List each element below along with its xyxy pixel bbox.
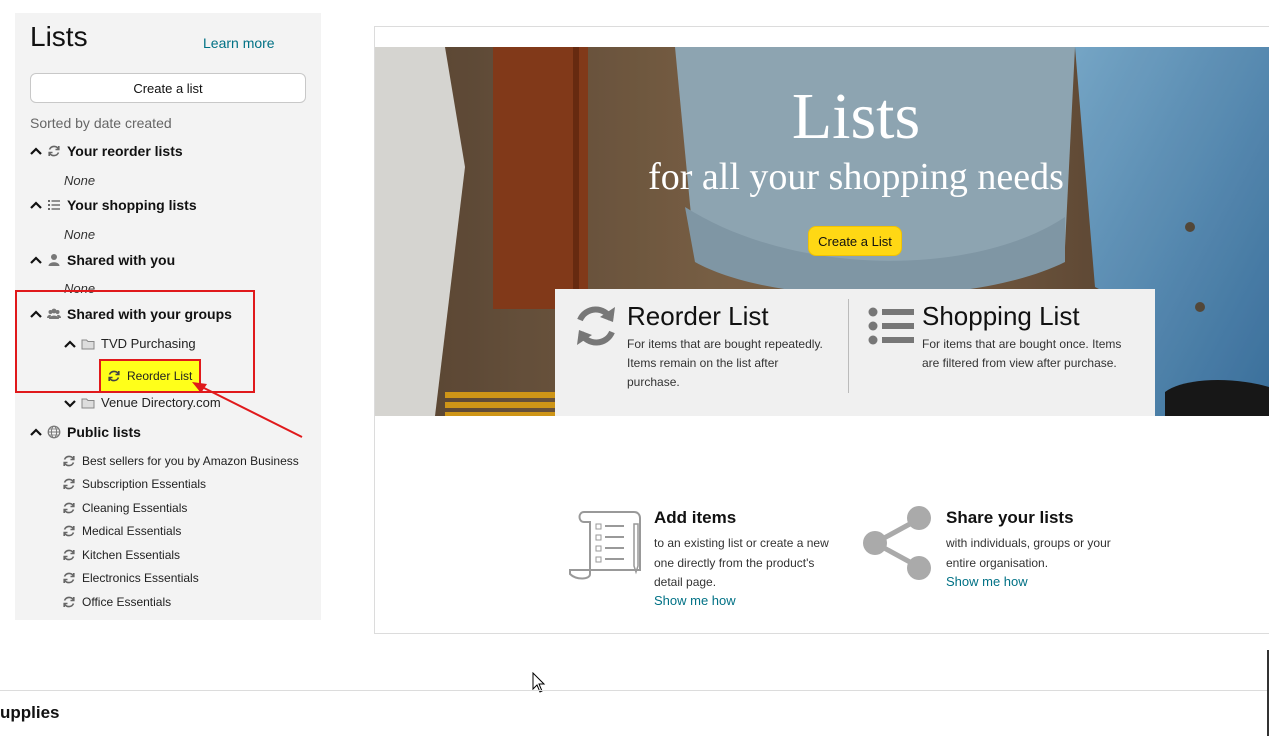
chevron-up-icon <box>30 201 42 209</box>
refresh-icon <box>63 525 75 537</box>
card-divider <box>848 299 849 393</box>
share-lists-description: with individuals, groups or your entire … <box>946 534 1146 573</box>
hero-title: Lists <box>791 80 921 153</box>
sort-label: Sorted by date created <box>30 115 172 131</box>
public-list-item[interactable]: Medical Essentials <box>62 524 181 538</box>
refresh-icon <box>63 502 75 514</box>
footer-divider <box>0 690 1269 691</box>
desc-line: purchase. <box>627 375 680 389</box>
list-label: Reorder List <box>127 369 193 383</box>
desc-line: one directly from the product's <box>654 555 815 570</box>
public-list-item[interactable]: Cleaning Essentials <box>62 501 187 515</box>
public-list-item[interactable]: Subscription Essentials <box>62 477 206 491</box>
reorder-list-link[interactable]: Reorder List <box>99 359 201 393</box>
learn-more-link[interactable]: Learn more <box>203 35 275 51</box>
list-label: Cleaning Essentials <box>82 501 188 515</box>
section-label: Your shopping lists <box>67 197 197 213</box>
section-label: Public lists <box>67 424 141 440</box>
share-lists-title: Share your lists <box>946 508 1074 527</box>
globe-icon <box>47 425 61 439</box>
desc-line: with individuals, groups or your <box>946 536 1111 550</box>
section-public-lists[interactable]: Public lists <box>29 424 141 440</box>
share-lists-show-me-how-link[interactable]: Show me how <box>946 574 1028 589</box>
list-label: Kitchen Essentials <box>82 548 181 562</box>
add-items-description: to an existing list or create a new one … <box>654 534 854 593</box>
chevron-up-icon <box>30 147 42 155</box>
create-list-button[interactable]: Create a list <box>30 73 306 103</box>
list-types-card: Reorder List For items that are bought r… <box>555 289 1155 416</box>
refresh-icon <box>577 306 615 346</box>
refresh-icon <box>48 145 60 157</box>
desc-line: are filtered from view after purchase. <box>922 356 1117 370</box>
sidebar-title: Lists <box>30 21 88 52</box>
person-icon <box>48 254 60 266</box>
desc-line: to an existing list or create a new <box>654 536 829 550</box>
desc-line: For items that are bought repeatedly. <box>627 337 823 351</box>
chevron-down-icon <box>64 399 76 408</box>
refresh-icon <box>108 370 120 382</box>
add-items-show-me-how-link[interactable]: Show me how <box>654 593 736 608</box>
refresh-icon <box>63 572 75 584</box>
public-list-item[interactable]: Best sellers for you by Amazon Business <box>62 454 299 468</box>
refresh-icon <box>63 478 75 490</box>
list-icon <box>868 307 914 345</box>
chevron-up-icon <box>30 256 42 264</box>
desc-line: detail page. <box>654 575 717 589</box>
desc-line: Items remain on the list after <box>627 356 779 370</box>
public-list-item[interactable]: Kitchen Essentials <box>62 548 180 562</box>
list-icon <box>48 200 60 210</box>
folder-icon <box>81 398 95 408</box>
list-label: Best sellers for you by Amazon Business <box>82 454 299 468</box>
chevron-up-icon <box>30 428 42 436</box>
empty-label: None <box>64 173 96 188</box>
desc-line: For items that are bought once. Items <box>922 337 1122 351</box>
list-label: Subscription Essentials <box>82 477 207 491</box>
refresh-icon <box>63 596 75 608</box>
share-icon <box>863 506 931 580</box>
list-label: Electronics Essentials <box>82 571 199 585</box>
footer-heading: upplies <box>0 703 60 722</box>
add-items-title: Add items <box>654 508 737 527</box>
public-list-item[interactable]: Electronics Essentials <box>62 571 199 585</box>
create-a-list-button[interactable]: Create a List <box>808 226 902 256</box>
shopping-list-description: For items that are bought once. Items ar… <box>922 335 1147 373</box>
group-venue-directory[interactable]: Venue Directory.com <box>63 395 221 410</box>
hero-banner: Lists for all your shopping needs Create… <box>375 47 1269 416</box>
section-shared-with-you[interactable]: Shared with you <box>29 252 175 268</box>
desc-line: entire organisation. <box>946 555 1049 570</box>
lists-sidebar: Lists Learn more Create a list Sorted by… <box>15 13 321 620</box>
list-label: Medical Essentials <box>82 524 182 538</box>
reorder-list-title: Reorder List <box>627 301 769 331</box>
list-label: Office Essentials <box>82 595 172 609</box>
section-label: Your reorder lists <box>67 143 183 159</box>
checklist-scroll-icon <box>569 511 641 580</box>
group-label: Venue Directory.com <box>101 395 221 410</box>
hero-subtitle: for all your shopping needs <box>648 156 1064 198</box>
public-list-item[interactable]: Office Essentials <box>62 595 171 609</box>
section-reorder-lists[interactable]: Your reorder lists <box>29 143 183 159</box>
empty-label: None <box>64 227 96 242</box>
refresh-icon <box>63 549 75 561</box>
shopping-list-title: Shopping List <box>922 301 1080 331</box>
reorder-list-description: For items that are bought repeatedly. It… <box>627 335 837 392</box>
section-shopping-lists[interactable]: Your shopping lists <box>29 197 197 213</box>
refresh-icon <box>63 455 75 467</box>
section-label: Shared with you <box>67 252 176 268</box>
